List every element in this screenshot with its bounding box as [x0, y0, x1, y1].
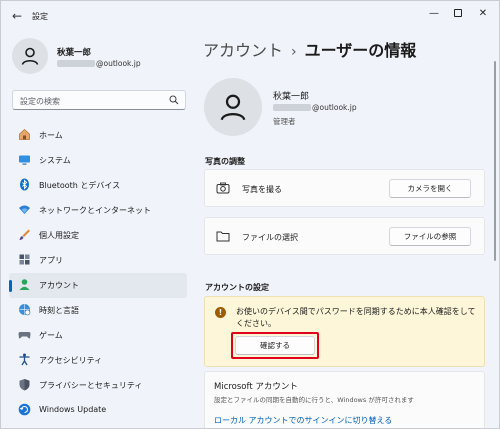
person-icon [21, 47, 39, 65]
profile-email: @outlook.jp [57, 59, 141, 68]
photo-section-title: 写真の調整 [205, 157, 245, 166]
sidebar-item-home[interactable]: ホーム [9, 123, 187, 148]
ms-account-title: Microsoft アカウント [214, 382, 298, 392]
window-title: 設定 [32, 12, 48, 21]
sidebar-item-apps[interactable]: アプリ [9, 248, 187, 273]
back-arrow-icon[interactable]: ← [9, 9, 25, 23]
sidebar-item-label: 時刻と言語 [39, 306, 79, 315]
take-photo-card: 写真を撮る カメラを開く [204, 169, 485, 207]
user-avatar [204, 78, 262, 136]
sidebar-item-accounts[interactable]: アカウント [9, 273, 187, 298]
accessibility-icon [19, 353, 30, 366]
profile-email-suffix: @outlook.jp [96, 59, 141, 68]
maximize-icon [454, 9, 462, 17]
warning-icon: ! [215, 307, 226, 318]
search-placeholder: 設定の検索 [20, 97, 60, 106]
update-icon [18, 403, 31, 416]
sidebar-item-accessibility[interactable]: アクセシビリティ [9, 348, 187, 373]
sidebar-item-label: Windows Update [39, 405, 107, 414]
user-email-suffix: @outlook.jp [312, 103, 357, 112]
selection-indicator [9, 280, 12, 292]
monitor-icon [19, 155, 30, 165]
sidebar-item-label: システム [39, 156, 71, 165]
breadcrumb-separator: › [291, 44, 297, 60]
blurred-email-prefix [273, 104, 311, 111]
sidebar-item-label: Bluetooth とデバイス [39, 181, 121, 190]
sidebar-item-label: ホーム [39, 131, 63, 140]
open-camera-button[interactable]: カメラを開く [389, 179, 471, 198]
account-section-title: アカウントの設定 [205, 283, 269, 292]
scrollbar[interactable] [494, 61, 496, 261]
user-role: 管理者 [273, 117, 296, 126]
sidebar-item-bluetooth[interactable]: Bluetooth とデバイス [9, 173, 187, 198]
choose-file-card: ファイルの選択 ファイルの参照 [204, 217, 485, 255]
title-bar: ← 設定 — ✕ [1, 1, 499, 31]
sidebar-item-label: ゲーム [39, 331, 63, 340]
wifi-icon [19, 205, 30, 214]
settings-window: ← 設定 — ✕ 秋葉一郎 @outlook.jp 設定の検索 ホーム システム… [0, 0, 500, 429]
sidebar-item-personalization[interactable]: 個人用設定 [9, 223, 187, 248]
microsoft-account-card: Microsoft アカウント 設定とファイルの同期を自動的に行うと、Windo… [204, 371, 485, 428]
take-photo-label: 写真を撮る [242, 185, 282, 194]
search-icon [169, 95, 179, 105]
breadcrumb-parent[interactable]: アカウント [203, 41, 283, 60]
page-title: ユーザーの情報 [304, 41, 417, 60]
folder-icon [216, 231, 230, 242]
profile-name: 秋葉一郎 [57, 48, 92, 58]
sidebar-item-label: プライバシーとセキュリティ [39, 381, 143, 390]
maximize-button[interactable] [447, 6, 469, 22]
shield-icon [19, 379, 30, 391]
user-name: 秋葉一郎 [273, 92, 310, 102]
sidebar-item-system[interactable]: システム [9, 148, 187, 173]
user-email: @outlook.jp [273, 103, 357, 112]
profile-avatar[interactable] [12, 38, 48, 74]
home-icon [19, 128, 30, 140]
person-icon [220, 94, 246, 121]
alert-message: お使いのデバイス間でパスワードを同期するために本人確認をしてください。 [236, 307, 476, 328]
account-icon [19, 279, 30, 290]
search-input[interactable]: 設定の検索 [12, 90, 186, 110]
sidebar-item-gaming[interactable]: ゲーム [9, 323, 187, 348]
sidebar-item-windows-update[interactable]: Windows Update [9, 398, 187, 423]
sidebar-nav: ホーム システム Bluetooth とデバイス ネットワークとインターネット [9, 123, 187, 423]
ms-account-description: 設定とファイルの同期を自動的に行うと、Windows が許可されます [214, 396, 414, 404]
switch-to-local-account-link[interactable]: ローカル アカウントでのサインインに切り替える [214, 415, 392, 426]
sidebar-item-time-language[interactable]: 時刻と言語 [9, 298, 187, 323]
sidebar-item-label: ネットワークとインターネット [39, 206, 151, 215]
verify-button[interactable]: 確認する [235, 336, 315, 355]
minimize-button[interactable]: — [423, 6, 445, 22]
blurred-email-prefix [57, 60, 95, 67]
sidebar-item-label: アプリ [39, 256, 63, 265]
sidebar-item-label: アカウント [39, 281, 79, 290]
sidebar-item-network[interactable]: ネットワークとインターネット [9, 198, 187, 223]
bluetooth-icon [20, 178, 29, 191]
sidebar-item-label: アクセシビリティ [39, 356, 103, 365]
gamepad-icon [18, 332, 31, 339]
sidebar-item-label: 個人用設定 [39, 231, 79, 240]
apps-icon [19, 254, 30, 265]
globe-clock-icon [19, 304, 31, 316]
breadcrumb: アカウント › ユーザーの情報 [203, 37, 416, 61]
sidebar-item-privacy[interactable]: プライバシーとセキュリティ [9, 373, 187, 398]
close-button[interactable]: ✕ [472, 6, 494, 22]
brush-icon [19, 229, 30, 240]
camera-icon [216, 182, 230, 194]
browse-files-button[interactable]: ファイルの参照 [389, 227, 471, 246]
choose-file-label: ファイルの選択 [242, 233, 298, 242]
